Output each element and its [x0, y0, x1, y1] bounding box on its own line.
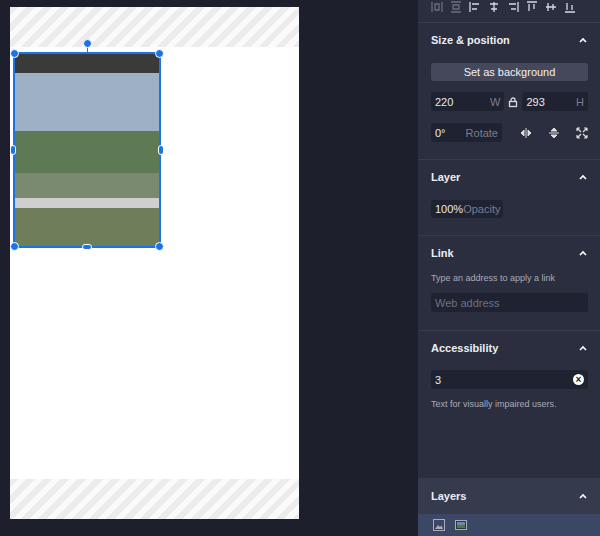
chevron-up-icon[interactable] — [578, 35, 588, 45]
lock-icon[interactable] — [507, 96, 519, 108]
section-header[interactable]: Layer — [418, 160, 600, 194]
expand-icon[interactable] — [576, 127, 588, 139]
opacity-field[interactable]: 100%Opacity — [431, 200, 503, 218]
align-middle-icon[interactable] — [544, 0, 558, 14]
link-hint: Type an address to apply a link — [431, 273, 588, 283]
width-value: 220 — [435, 96, 453, 108]
section-title: Accessibility — [431, 342, 498, 354]
align-center-icon[interactable] — [487, 0, 501, 14]
properties-panel: Size & position Set as background 220 W 293 H… — [418, 0, 600, 536]
canvas-area — [0, 0, 418, 536]
rotate-handle[interactable] — [83, 39, 92, 48]
flip-horizontal-icon[interactable] — [520, 127, 532, 139]
height-value: 293 — [526, 96, 544, 108]
size-position-section: Size & position Set as background 220 W 293 H… — [418, 22, 600, 159]
rotate-line — [87, 47, 88, 54]
rotate-label: Rotate — [466, 127, 498, 139]
section-title: Link — [431, 247, 454, 259]
alt-text-input[interactable]: 3× — [431, 370, 588, 389]
distribute-h-icon — [430, 0, 444, 14]
web-address-input[interactable]: Web address — [431, 293, 588, 312]
layer-section: Layer 100%Opacity — [418, 159, 600, 235]
placeholder: Web address — [435, 297, 500, 309]
section-header[interactable]: Layers — [418, 478, 600, 514]
page-margin-bottom — [10, 479, 299, 519]
chevron-up-icon[interactable] — [578, 491, 588, 501]
section-title: Size & position — [431, 34, 510, 46]
section-title: Layers — [431, 490, 466, 502]
clear-button[interactable]: × — [573, 374, 584, 385]
opacity-label: Opacity — [463, 203, 500, 215]
resize-handle[interactable] — [82, 244, 92, 250]
layer-row[interactable] — [418, 514, 600, 536]
flip-vertical-icon[interactable] — [548, 127, 560, 139]
alt-text-hint: Text for visually impaired users. — [431, 399, 588, 409]
distribute-v-icon — [449, 0, 463, 14]
resize-handle[interactable] — [158, 145, 164, 155]
accessibility-section: Accessibility3×Text for visually impaire… — [418, 330, 600, 478]
alt-text-value: 3 — [435, 374, 441, 386]
resize-handle[interactable] — [155, 49, 164, 58]
link-section: Link Type an address to apply a link Web a… — [418, 235, 600, 330]
section-header[interactable]: Size & position — [418, 23, 600, 57]
layers-section: Layers — [418, 478, 600, 536]
align-top-icon[interactable] — [525, 0, 539, 14]
set-background-button[interactable]: Set as background — [431, 63, 588, 81]
resize-handle[interactable] — [10, 145, 16, 155]
align-right-icon[interactable] — [506, 0, 520, 14]
page-margin-top — [10, 7, 299, 47]
align-toolbar — [418, 0, 600, 22]
chevron-up-icon[interactable] — [578, 172, 588, 182]
width-field[interactable]: 220 W — [431, 92, 504, 111]
image-layer-icon[interactable] — [433, 519, 445, 531]
height-field[interactable]: 293 H — [522, 92, 588, 111]
photo-element[interactable] — [15, 54, 159, 246]
page-body — [10, 47, 299, 479]
photo — [15, 54, 159, 246]
resize-handle[interactable] — [10, 242, 19, 251]
rotate-field[interactable]: 0° Rotate — [431, 123, 502, 142]
resize-handle[interactable] — [155, 242, 164, 251]
chevron-up-icon[interactable] — [578, 248, 588, 258]
rotate-value: 0° — [435, 127, 446, 139]
align-left-icon[interactable] — [468, 0, 482, 14]
opacity-value: 100% — [435, 203, 463, 215]
section-title: Layer — [431, 171, 460, 183]
resize-handle[interactable] — [10, 49, 19, 58]
background-layer-icon[interactable] — [455, 519, 467, 531]
chevron-up-icon[interactable] — [578, 343, 588, 353]
width-unit: W — [490, 96, 500, 108]
page — [10, 7, 299, 519]
editor: Size & position Set as background 220 W 293 H… — [0, 0, 600, 536]
align-bottom-icon[interactable] — [563, 0, 577, 14]
section-header[interactable]: Link — [418, 236, 600, 270]
height-unit: H — [576, 96, 584, 108]
section-header[interactable]: Accessibility — [418, 331, 600, 365]
